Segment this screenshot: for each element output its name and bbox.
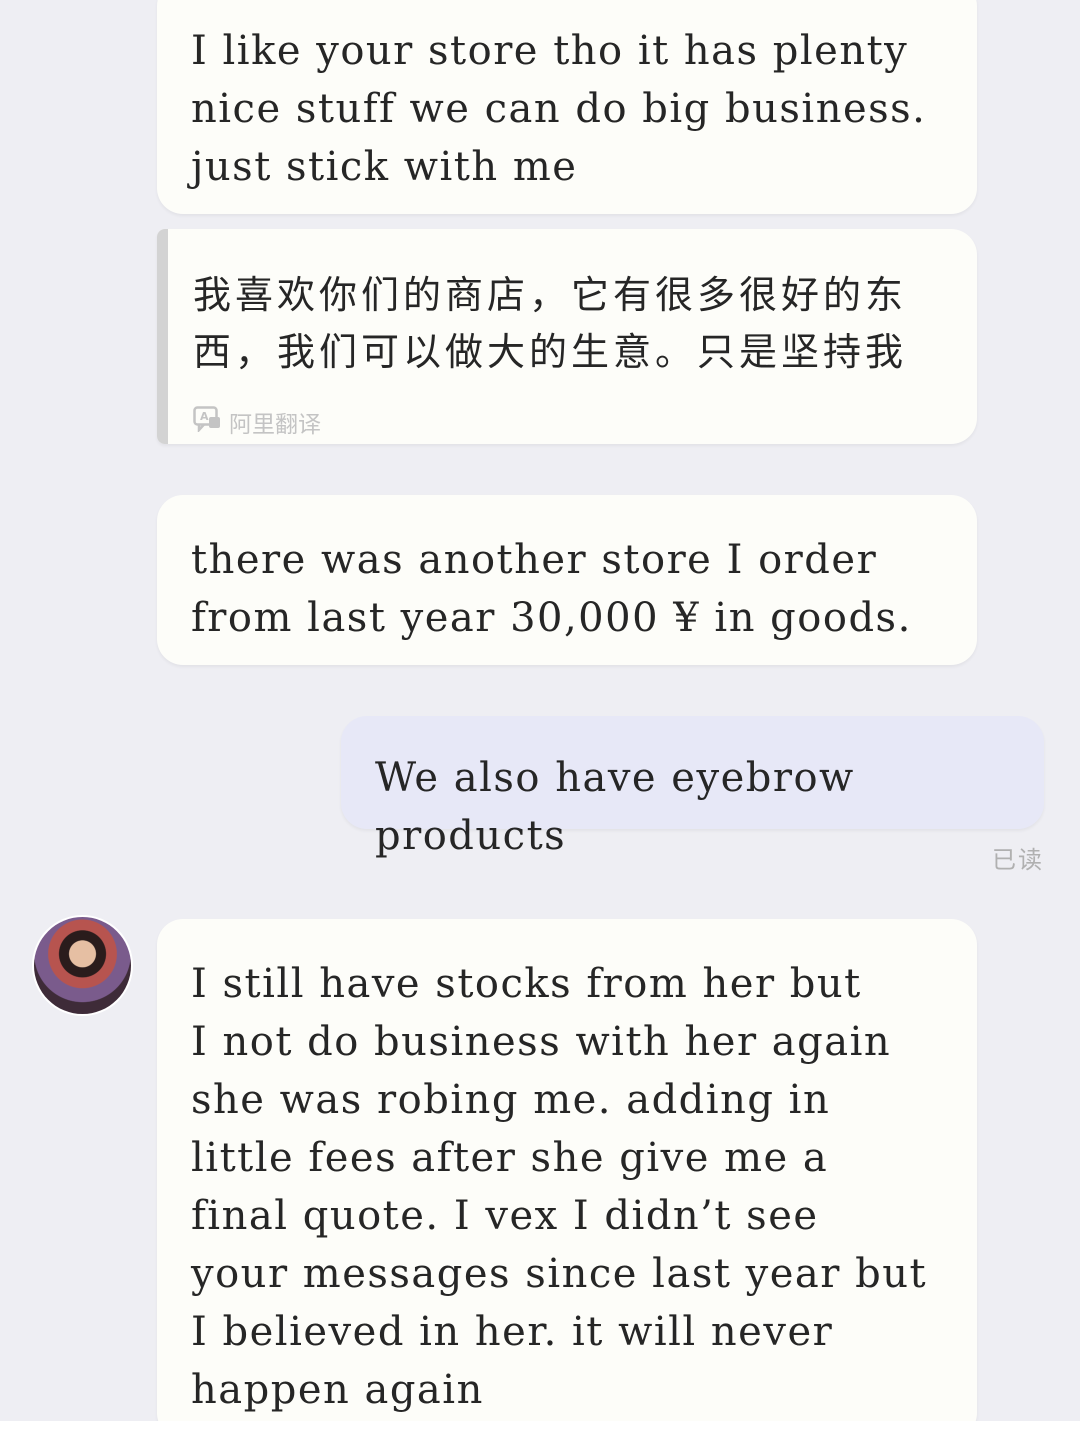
bottom-strip [0, 1421, 1080, 1439]
read-status: 已读 [992, 846, 1044, 874]
translated-message-bubble[interactable]: 我喜欢你们的商店，它有很多很好的东 西，我们可以做大的生意。只是坚持我 A 阿里… [157, 229, 977, 444]
avatar[interactable] [34, 917, 131, 1014]
translation-attribution: A 阿里翻译 [193, 405, 321, 439]
message-text: 我喜欢你们的商店，它有很多很好的东 西，我们可以做大的生意。只是坚持我 [193, 273, 908, 374]
message-text: I like your store tho it has plenty nice… [191, 28, 927, 190]
outgoing-message-bubble[interactable]: We also have eyebrow products [341, 716, 1044, 859]
incoming-message-bubble[interactable]: I still have stocks from her but I not d… [157, 919, 977, 1439]
message-text: there was another store I order from las… [191, 537, 912, 641]
quote-bar [157, 229, 168, 444]
translation-label: 阿里翻译 [229, 412, 321, 438]
svg-text:A: A [200, 410, 209, 423]
translate-icon: A [193, 406, 221, 438]
message-text: We also have eyebrow products [375, 755, 870, 859]
message-text: I still have stocks from her but I not d… [191, 961, 928, 1413]
incoming-message-bubble[interactable]: there was another store I order from las… [157, 495, 977, 665]
incoming-message-bubble[interactable]: I like your store tho it has plenty nice… [157, 0, 977, 214]
